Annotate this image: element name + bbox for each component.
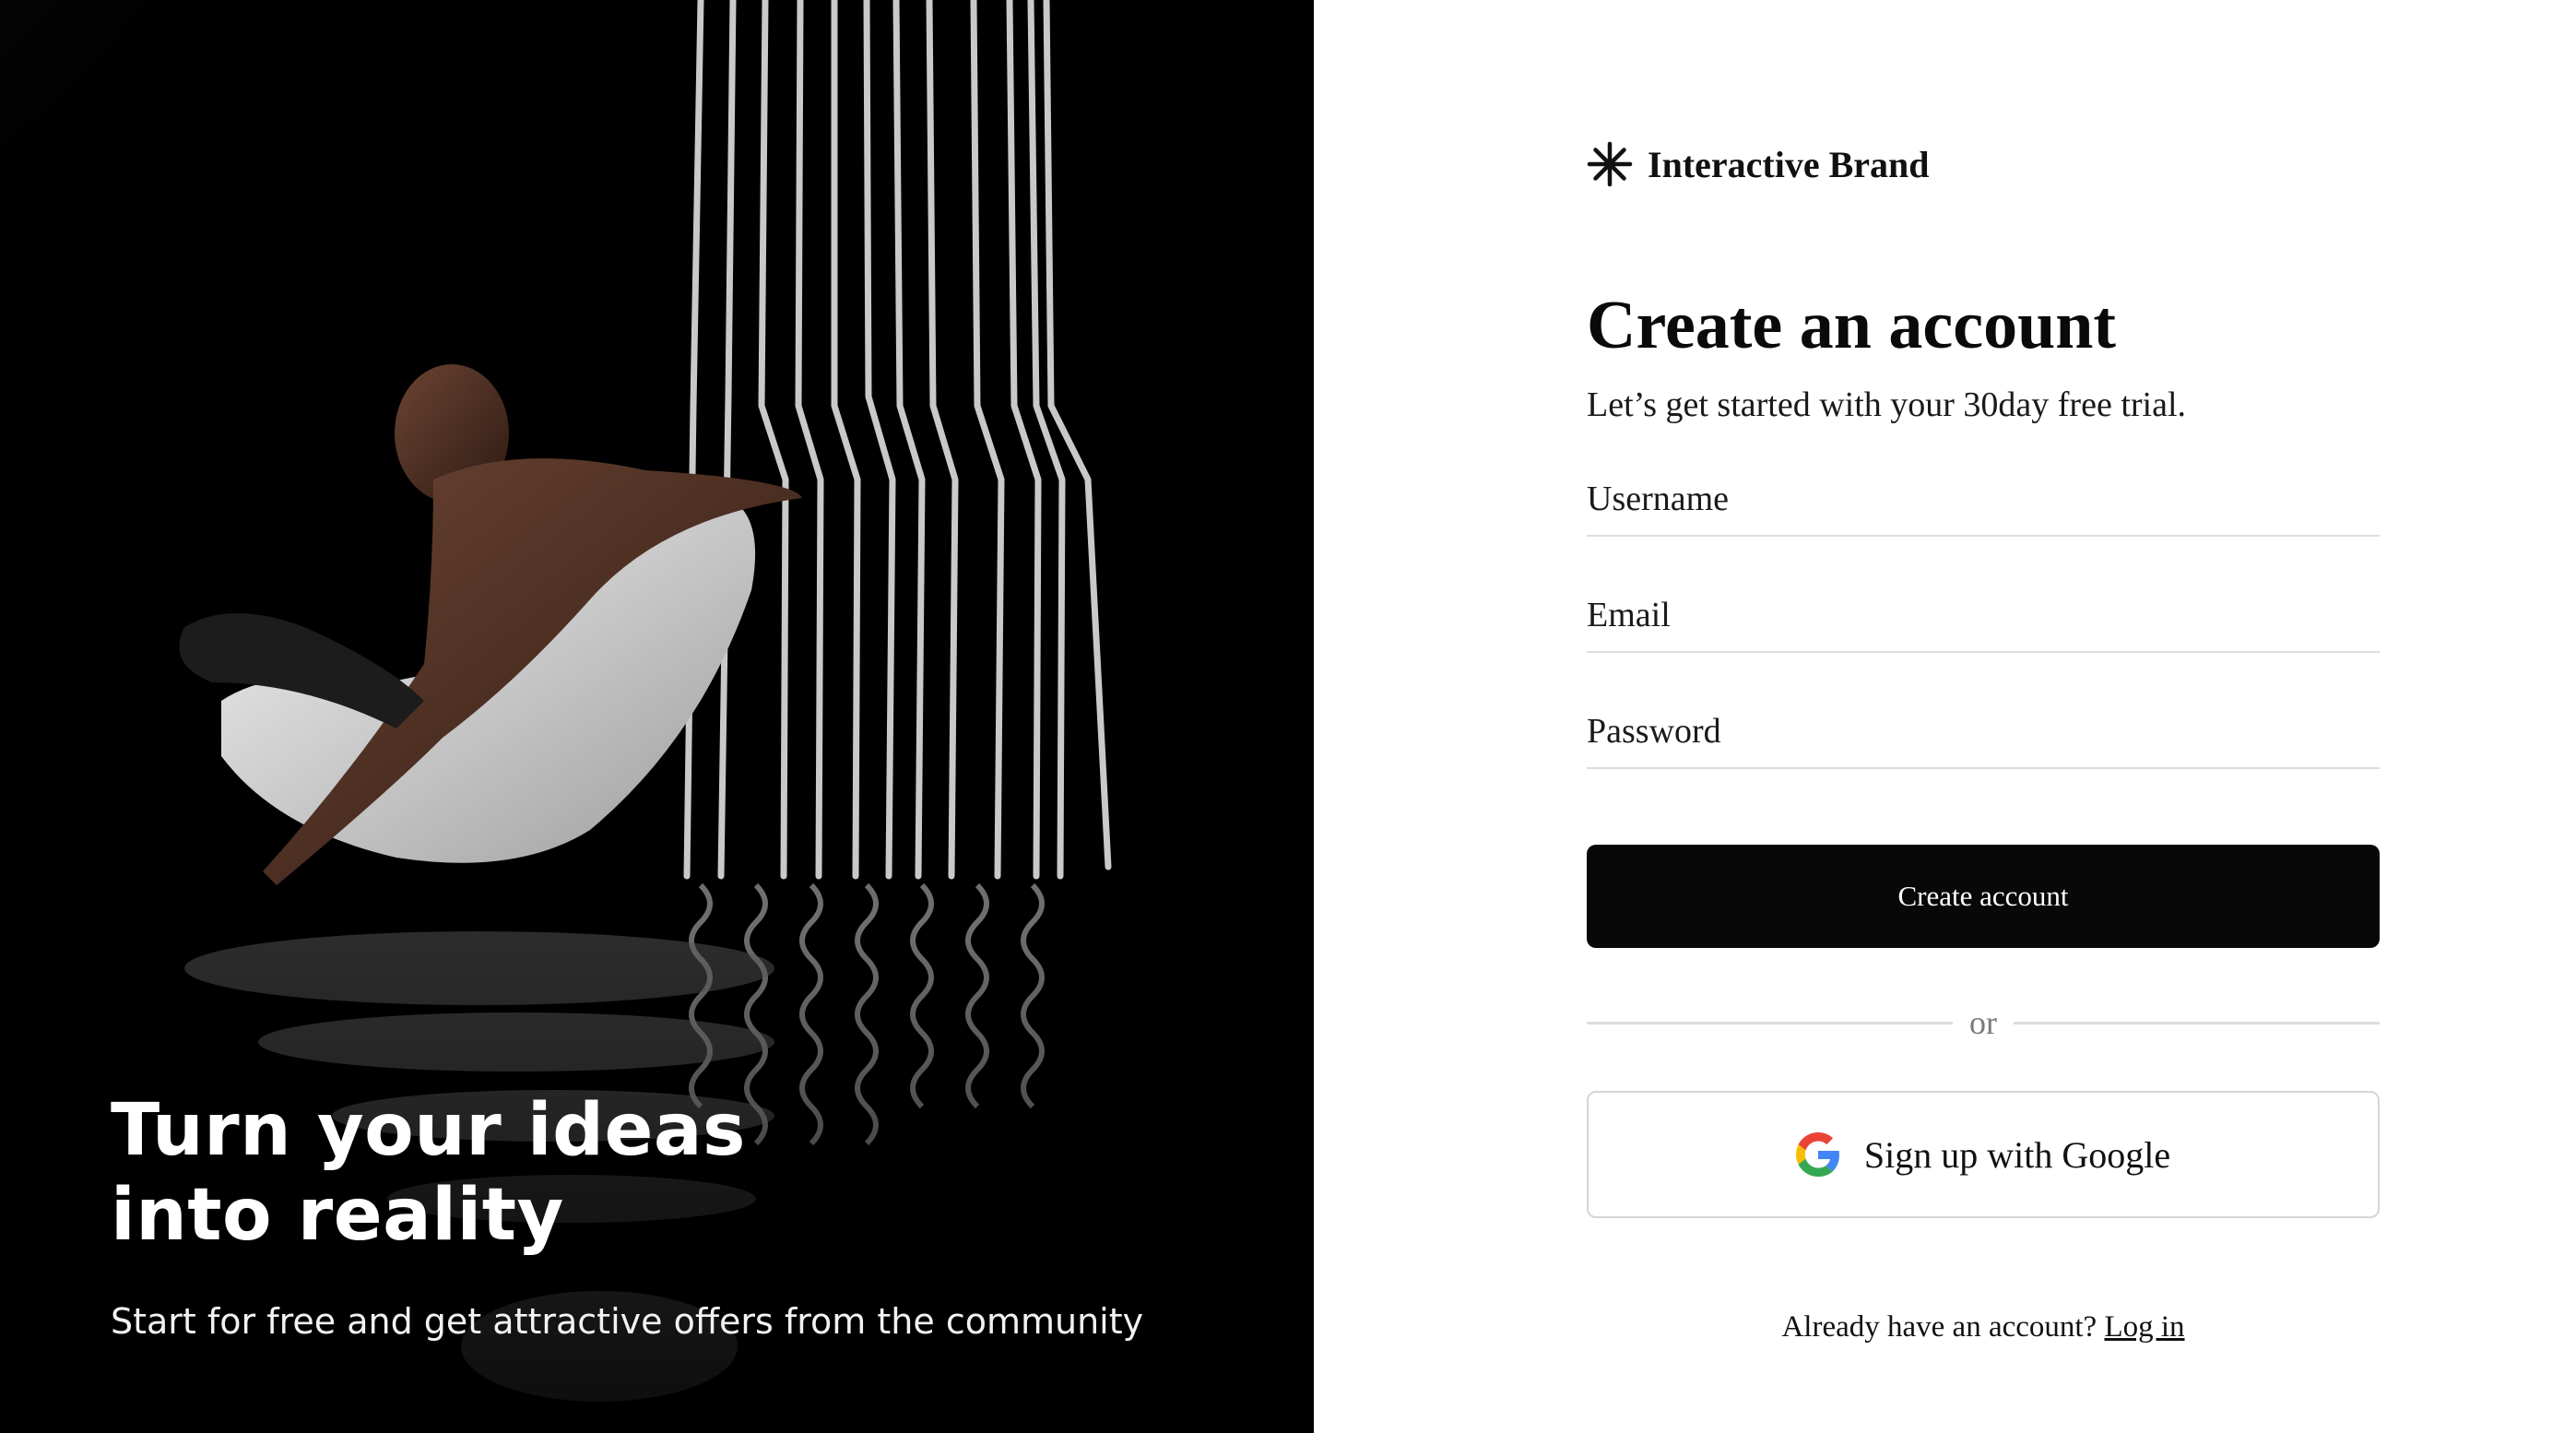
page-subtitle: Let’s get started with your 30day free t…	[1587, 385, 2187, 424]
page-title: Create an account	[1587, 288, 2117, 363]
login-prompt-row: Already have an account? Log in	[1587, 1305, 2380, 1349]
email-field	[1587, 579, 2380, 653]
or-divider: or	[1587, 1000, 2380, 1046]
google-button-label: Sign up with Google	[1863, 1133, 2171, 1176]
create-account-button[interactable]: Create account	[1587, 845, 2380, 948]
divider-line-left	[1587, 1021, 1953, 1024]
asterisk-icon	[1587, 141, 1633, 187]
divider-line-right	[2014, 1021, 2380, 1024]
hero-panel: Turn your ideas into reality Start for f…	[0, 0, 1314, 1433]
email-input[interactable]	[1587, 579, 2380, 651]
brand: Interactive Brand	[1587, 136, 1930, 192]
password-input[interactable]	[1587, 695, 2380, 767]
login-link[interactable]: Log in	[2104, 1310, 2184, 1344]
brand-name: Interactive Brand	[1648, 143, 1930, 185]
signup-panel: Interactive Brand Create an account Let’…	[1314, 0, 2576, 1433]
divider-text: or	[1969, 1004, 1997, 1041]
hero-title-line2: into reality	[111, 1174, 564, 1257]
username-input[interactable]	[1587, 463, 2380, 535]
hero-title-line1: Turn your ideas	[111, 1089, 746, 1172]
hero-subtitle: Start for free and get attractive offers…	[111, 1301, 1144, 1342]
google-icon	[1795, 1132, 1839, 1177]
password-field	[1587, 695, 2380, 769]
login-prompt: Already have an account?	[1781, 1310, 2097, 1344]
hero-title: Turn your ideas into reality	[111, 1088, 1125, 1258]
google-signup-button[interactable]: Sign up with Google	[1587, 1091, 2380, 1218]
username-field	[1587, 463, 2380, 537]
